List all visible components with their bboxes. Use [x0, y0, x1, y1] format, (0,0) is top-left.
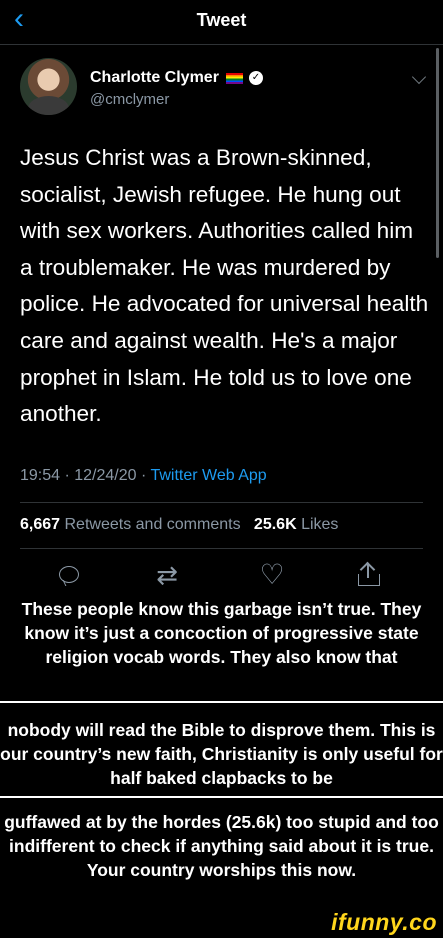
chevron-down-icon[interactable] — [411, 69, 427, 85]
likes-label[interactable]: Likes — [301, 516, 338, 533]
divider — [0, 796, 443, 798]
rainbow-flag-icon — [225, 72, 243, 84]
tweet-source-link[interactable]: Twitter Web App — [150, 467, 266, 484]
divider — [0, 701, 443, 703]
top-bar: ‹ Tweet — [0, 0, 443, 45]
likes-count[interactable]: 25.6K — [254, 516, 297, 533]
like-icon[interactable]: ♡ — [255, 560, 289, 594]
tweet-author: Charlotte Clymer ✓ @cmclymer — [20, 58, 430, 118]
tweet-actions: ⇄ ♡ — [0, 560, 443, 594]
tweet-text: Jesus Christ was a Brown-skinned, social… — [20, 145, 429, 427]
caption-block-3: guffawed at by the hordes (25.6k) too st… — [4, 812, 439, 880]
tweet-meta: 19:54 · 12/24/20 · Twitter Web App — [20, 467, 267, 485]
divider — [20, 502, 423, 503]
retweets-count[interactable]: 6,667 — [20, 516, 60, 533]
name-row: Charlotte Clymer ✓ — [90, 69, 263, 87]
caption-block-1: These people know this garbage isn’t tru… — [21, 599, 422, 667]
divider — [20, 548, 423, 549]
tweet-timestamp: 19:54 · 12/24/20 · — [20, 467, 151, 484]
author-handle[interactable]: @cmclymer — [90, 91, 169, 108]
retweet-icon[interactable]: ⇄ — [150, 560, 184, 594]
tweet-stats: 6,667 Retweets and comments 25.6K Likes — [20, 516, 338, 534]
share-icon[interactable] — [352, 560, 386, 594]
watermark-logo: ifunny.co — [331, 909, 437, 935]
caption-block-2: nobody will read the Bible to disprove t… — [0, 720, 443, 788]
avatar[interactable] — [20, 58, 77, 115]
page-title: Tweet — [196, 10, 247, 30]
reply-icon[interactable] — [52, 560, 86, 594]
scrollbar[interactable] — [436, 48, 439, 258]
retweets-label[interactable]: Retweets and comments — [65, 516, 241, 533]
verified-badge-icon: ✓ — [248, 71, 263, 85]
author-name[interactable]: Charlotte Clymer — [90, 69, 219, 87]
